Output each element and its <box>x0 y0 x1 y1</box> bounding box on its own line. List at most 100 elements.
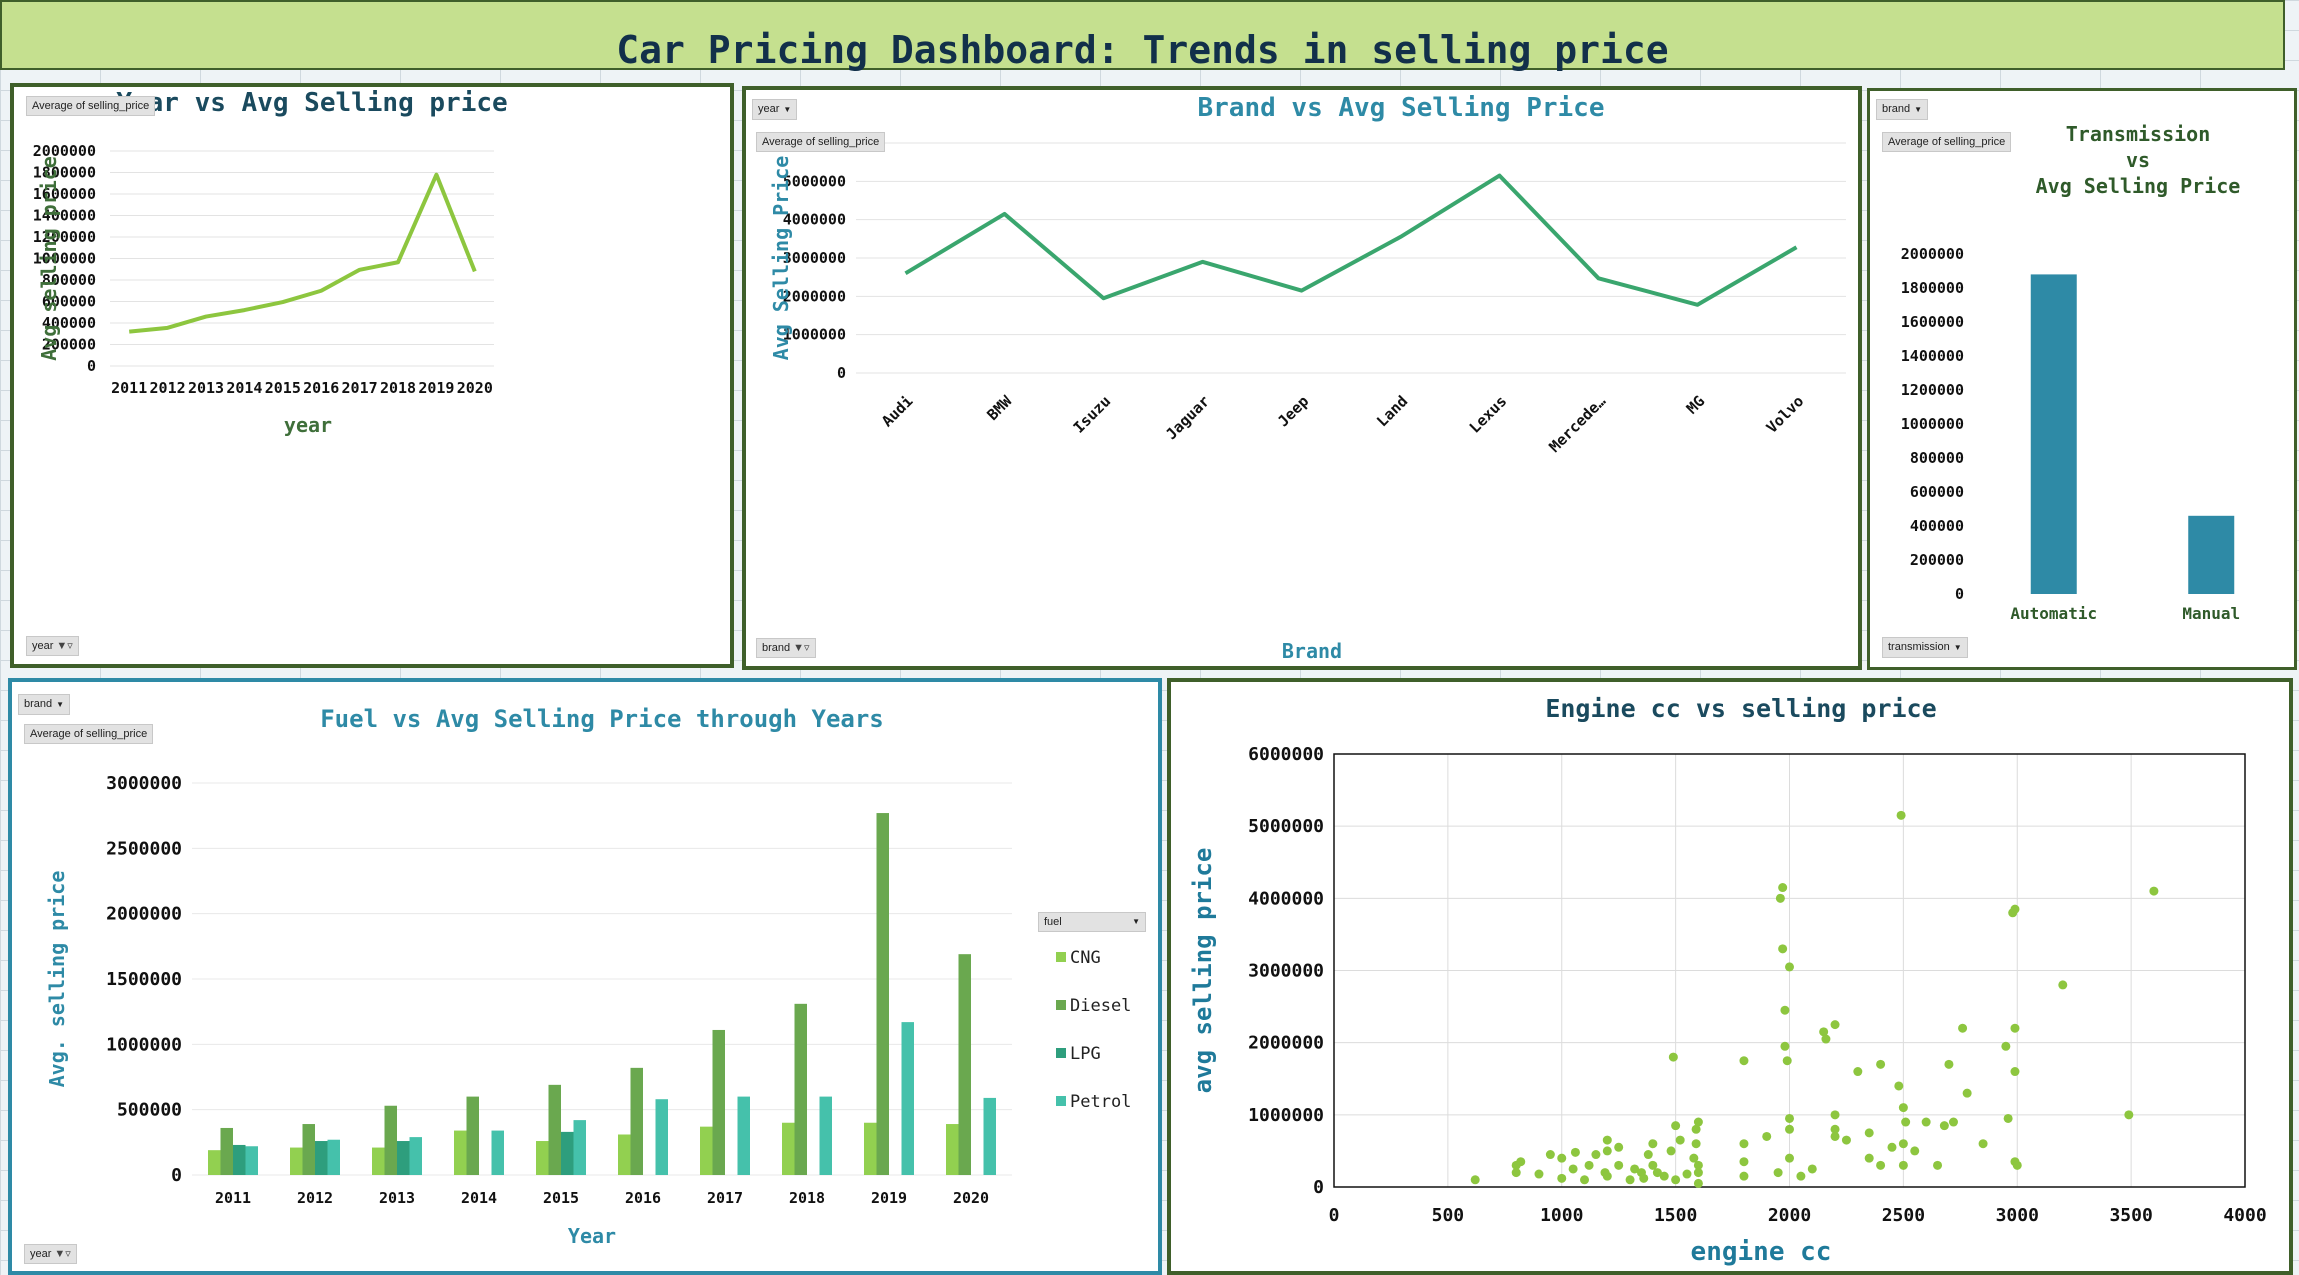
x-tick-label: BMW <box>983 391 1016 424</box>
chevron-down-icon: ▼ <box>1132 917 1140 926</box>
x-tick-label: 2018 <box>789 1189 825 1207</box>
x-axis-label: Year <box>568 1224 616 1248</box>
filter-icon: ▼▿ <box>56 640 73 652</box>
data-point <box>2010 1067 2020 1077</box>
x-tick-label: Land <box>1373 392 1411 430</box>
data-point <box>1545 1150 1555 1160</box>
legend-label-diesel: Diesel <box>1070 996 1131 1016</box>
y-tick-label: 3000000 <box>1248 961 1324 982</box>
x-tick-label: 2500 <box>1882 1205 1925 1226</box>
bar-petrol <box>327 1139 340 1175</box>
data-point <box>1648 1139 1658 1149</box>
x-tick-label: 2013 <box>188 379 224 397</box>
bar-cng <box>208 1150 221 1175</box>
data-point <box>1668 1052 1678 1062</box>
data-point <box>1671 1121 1681 1131</box>
data-point <box>1864 1153 1874 1163</box>
x-tick-label: 2019 <box>418 379 454 397</box>
x-tick-label: 2014 <box>461 1189 497 1207</box>
x-tick-label: 2019 <box>871 1189 907 1207</box>
dashboard-title: Car Pricing Dashboard: Trends in selling… <box>616 28 1669 72</box>
legend-swatch-petrol <box>1056 1096 1066 1106</box>
chart-title: Brand vs Avg Selling Price <box>1198 93 1605 123</box>
fuel-panel-brand-filter-label: brand <box>24 698 53 710</box>
data-point <box>1570 1147 1580 1157</box>
bar-diesel <box>548 1084 561 1175</box>
data-point <box>2058 980 2068 990</box>
bar-lpg <box>561 1131 574 1175</box>
x-tick-label: Mercede… <box>1546 392 1610 456</box>
data-point <box>1516 1157 1526 1167</box>
x-axis-label: year <box>284 413 332 437</box>
year-filter-label: year <box>32 640 54 652</box>
bar-petrol <box>983 1097 996 1175</box>
data-point <box>1939 1121 1949 1131</box>
chevron-down-icon: ▼ <box>783 105 792 114</box>
y-tick-label: 2500000 <box>106 838 182 859</box>
data-point <box>1898 1103 1908 1113</box>
y-tick-label: 0 <box>171 1165 182 1186</box>
data-point <box>1962 1088 1972 1098</box>
x-tick-label: 1500 <box>1654 1205 1697 1226</box>
x-tick-label: 3500 <box>2109 1205 2152 1226</box>
data-point <box>1691 1139 1701 1149</box>
y-tick-label: 1000000 <box>106 1034 182 1055</box>
y-tick-label: 1600000 <box>1901 313 1964 331</box>
engine-scatter-chart: Engine cc vs selling price 0 1000000 200000… <box>1189 694 2267 1267</box>
x-tick-label: 2012 <box>297 1189 333 1207</box>
year-filter-button[interactable]: year ▼▿ <box>26 636 79 656</box>
legend-label-cng: CNG <box>1070 948 1101 968</box>
x-tick-label: 2020 <box>953 1189 989 1207</box>
fuel-legend-field-button[interactable]: fuel ▼ <box>1038 912 1146 932</box>
y-tick-label: 0 <box>837 364 846 382</box>
transmission-panel-brand-filter-label: brand <box>1882 103 1911 115</box>
data-point <box>1614 1160 1624 1170</box>
y-tick-label: 0 <box>1313 1177 1324 1198</box>
fuel-panel-brand-filter-button[interactable]: brand ▼ <box>18 694 71 715</box>
brand-value-field-button[interactable]: Average of selling_price <box>756 132 886 152</box>
data-point <box>1944 1059 1954 1069</box>
fuel-value-field-button[interactable]: Average of selling_price <box>24 724 154 744</box>
y-tick-label: 0 <box>87 357 96 375</box>
bar-petrol <box>819 1096 832 1175</box>
x-axis-label: engine cc <box>1691 1237 1832 1267</box>
data-point <box>1948 1117 1958 1127</box>
chart-title-line: vs <box>2126 148 2150 172</box>
transmission-value-field-label: Average of selling_price <box>1888 136 2006 148</box>
bar <box>2030 274 2077 594</box>
transmission-axis-button[interactable]: transmission ▼ <box>1882 637 1968 658</box>
data-point <box>1780 1005 1790 1015</box>
data-point <box>1896 810 1906 820</box>
data-point <box>1739 1056 1749 1066</box>
data-point <box>1568 1164 1578 1174</box>
chevron-down-icon: ▼ <box>56 700 65 709</box>
year-chart-panel: Year vs Avg Selling price 0 200000 400000 60… <box>10 83 734 668</box>
data-point <box>1762 1131 1772 1141</box>
transmission-value-field-button[interactable]: Average of selling_price <box>1882 132 2012 152</box>
data-point <box>1796 1171 1806 1181</box>
data-point <box>1773 1168 1783 1178</box>
chart-title-line: Avg Selling Price <box>2036 174 2241 198</box>
data-point <box>1933 1160 1943 1170</box>
bar <box>2188 515 2235 594</box>
legend-swatch-lpg <box>1056 1048 1066 1058</box>
data-point <box>2124 1110 2134 1120</box>
fuel-axis-filter-button[interactable]: year ▼▿ <box>24 1244 77 1264</box>
data-point <box>1643 1150 1653 1160</box>
bar-cng <box>946 1124 959 1175</box>
brand-panel-year-filter-button[interactable]: year ▼ <box>752 99 798 120</box>
x-tick-label: Lexus <box>1466 392 1511 437</box>
brand-axis-filter-button[interactable]: brand ▼▿ <box>756 638 816 658</box>
chart-title: Fuel vs Avg Selling Price through Years <box>320 705 884 733</box>
series-line <box>904 173 1798 307</box>
y-tick-label: 600000 <box>1910 483 1964 501</box>
data-point <box>1785 1124 1794 1134</box>
data-point <box>2010 1023 2020 1033</box>
transmission-panel-brand-filter-button[interactable]: brand ▼ <box>1876 99 1929 120</box>
year-value-field-button[interactable]: Average of selling_price <box>26 96 156 116</box>
data-point <box>1853 1067 1863 1077</box>
y-tick-label: 1500000 <box>106 969 182 990</box>
x-tick-label: 2000 <box>1768 1205 1811 1226</box>
y-tick-label: 1400000 <box>1901 347 1964 365</box>
data-point <box>1602 1135 1612 1145</box>
